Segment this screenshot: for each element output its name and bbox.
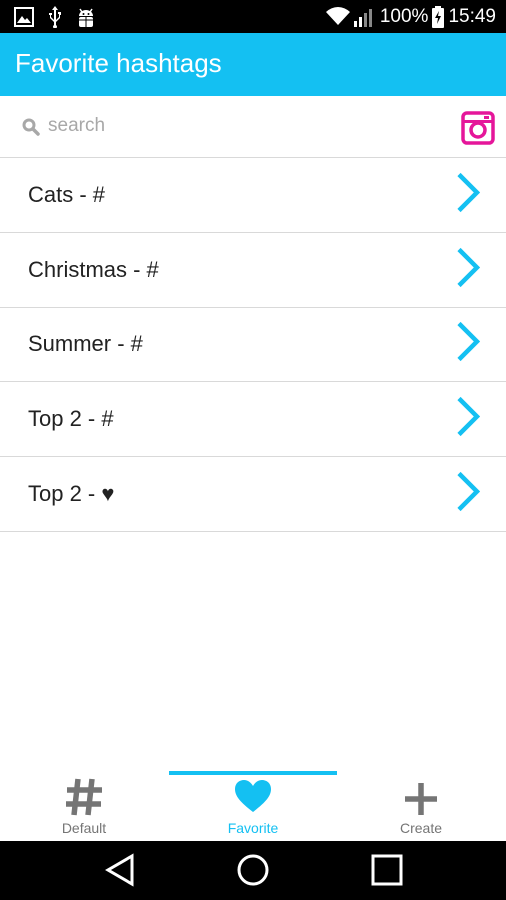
tab-default[interactable]: Default <box>0 771 168 841</box>
tab-label: Favorite <box>227 820 279 836</box>
status-bar: 100% 15:49 <box>0 0 506 33</box>
bottom-tab-bar: Default Favorite Create <box>0 771 506 841</box>
android-debug-icon <box>76 6 96 28</box>
app-bar: Favorite hashtags <box>0 33 506 96</box>
hash-icon <box>64 777 104 822</box>
plus-icon <box>403 781 439 822</box>
list-item[interactable]: Top 2 - # <box>0 382 506 457</box>
image-icon <box>14 7 34 27</box>
chevron-right-icon <box>456 322 481 367</box>
list-item-label: Christmas - # <box>28 256 159 282</box>
list-item-label: Top 2 - # <box>28 406 114 432</box>
heart-icon <box>234 779 272 818</box>
clock: 15:49 <box>448 6 496 27</box>
list-item-label: Summer - # <box>28 331 143 357</box>
search-input[interactable] <box>48 110 428 142</box>
list-item-label: Top 2 - ♥ <box>28 480 115 506</box>
back-icon[interactable] <box>104 853 136 892</box>
chevron-right-icon <box>456 172 481 217</box>
usb-icon <box>48 6 62 28</box>
list-item[interactable]: Summer - # <box>0 308 506 383</box>
tab-label: Default <box>61 820 107 836</box>
list-item-label: Cats - # <box>28 181 106 207</box>
search-icon <box>22 118 40 141</box>
chevron-right-icon <box>456 471 481 516</box>
active-tab-indicator <box>169 771 337 775</box>
chevron-right-icon <box>456 397 481 442</box>
favorite-hashtag-list: Cats - # Christmas - # Summer - # Top 2 … <box>0 158 506 532</box>
battery-charging-icon <box>432 5 445 28</box>
search-bar <box>0 96 506 158</box>
instagram-icon[interactable] <box>461 111 495 150</box>
chevron-right-icon <box>456 247 481 292</box>
tab-create[interactable]: Create <box>337 771 505 841</box>
list-item[interactable]: Cats - # <box>0 158 506 233</box>
list-item[interactable]: Top 2 - ♥ <box>0 457 506 532</box>
home-icon[interactable] <box>236 853 270 892</box>
list-item[interactable]: Christmas - # <box>0 233 506 308</box>
system-navigation-bar <box>0 841 506 900</box>
recents-icon[interactable] <box>370 853 404 892</box>
battery-percent: 100% <box>379 6 429 27</box>
tab-label: Create <box>399 820 443 836</box>
page-title: Favorite hashtags <box>15 48 222 78</box>
tab-favorite[interactable]: Favorite <box>169 771 337 841</box>
signal-icon <box>353 7 376 27</box>
wifi-icon <box>325 6 350 27</box>
